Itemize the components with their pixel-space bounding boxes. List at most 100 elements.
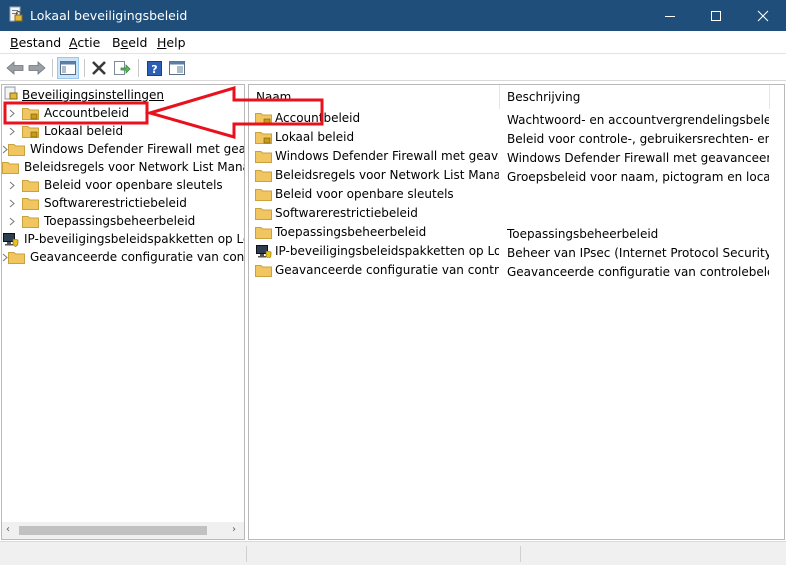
list-item-description: Geavanceerde configuratie van controlebe… [507,265,769,279]
delete-icon [92,61,106,75]
tree-item-lokaal-beleid[interactable]: Lokaal beleid [2,122,244,140]
folder-icon [255,149,272,163]
toolbar-separator [84,59,85,77]
folder-icon [2,160,19,174]
list-item-name: Softwarerestrictiebeleid [275,206,418,220]
status-bar [0,541,786,565]
show-hide-tree-button[interactable] [57,57,79,79]
list-item[interactable]: Beleid voor openbare sleutels [249,186,784,205]
menu-bestand[interactable]: Bestand [10,35,61,50]
properties-icon [169,61,185,75]
status-cell [520,546,521,562]
folder-lock-icon [22,124,39,138]
menu-beeld[interactable]: Beeld [112,35,147,50]
list-item[interactable]: IP-beveiligingsbeleidspakketten op Lokal… [249,243,784,262]
export-list-icon [114,61,131,75]
back-button[interactable] [4,57,26,79]
list-item-description: Groepsbeleid voor naam, pictogram en loc… [507,170,769,184]
forward-arrow-icon [28,61,46,75]
folder-icon [22,178,39,192]
tree-item-openbare-sleutels[interactable]: Beleid voor openbare sleutels [2,176,244,194]
svg-text:?: ? [151,63,157,76]
toolbar-separator [138,59,139,77]
monitor-shield-icon [255,244,272,258]
tree-pane[interactable]: Beveiligingsinstellingen Accountbeleid L… [1,84,245,540]
folder-icon [255,225,272,239]
list-item-name: Toepassingsbeheerbeleid [275,225,427,239]
show-hide-tree-icon [60,61,76,75]
tree-item-label: Toepassingsbeheerbeleid [44,214,196,228]
horizontal-scrollbar[interactable]: ‹ › [2,522,244,539]
properties-button[interactable] [166,57,188,79]
tree-item-label: Geavanceerde configuratie van controlebe… [30,250,245,264]
delete-button[interactable] [88,57,110,79]
tree-item-label: Windows Defender Firewall met geavanceer… [30,142,245,156]
tree-item-toepassingsbeheer[interactable]: Toepassingsbeheerbeleid [2,212,244,230]
folder-icon [255,168,272,182]
list-item-name: Geavanceerde configuratie van controleb.… [275,263,499,277]
list-item[interactable]: Accountbeleid Wachtwoord- en accountverg… [249,110,784,129]
export-list-button[interactable] [111,57,133,79]
help-button[interactable]: ? [143,57,165,79]
folder-lock-icon [255,111,272,125]
scroll-left-icon[interactable]: ‹ [6,524,10,535]
close-button[interactable] [740,0,786,31]
toolbar: ? [0,53,786,81]
tree-item-softwarerestrictie[interactable]: Softwarerestrictiebeleid [2,194,244,212]
list-pane[interactable]: Naam Beschrijving Accountbeleid Wachtwoo… [248,84,785,540]
chevron-right-icon[interactable] [2,127,22,136]
folder-icon [22,214,39,228]
list-item[interactable]: Lokaal beleid Beleid voor controle-, geb… [249,129,784,148]
column-header-naam[interactable]: Naam [256,85,291,109]
chevron-right-icon[interactable] [2,199,22,208]
list-item-name: Accountbeleid [275,111,361,125]
toolbar-separator [52,59,53,77]
security-settings-icon [4,86,18,103]
back-arrow-icon [6,61,24,75]
folder-icon [8,250,25,264]
maximize-button[interactable] [693,0,739,31]
security-policy-icon [8,6,24,24]
list-item[interactable]: Geavanceerde configuratie van controleb.… [249,262,784,281]
list-item[interactable]: Softwarerestrictiebeleid [249,205,784,224]
list-item-name: Beleid voor openbare sleutels [275,187,454,201]
menu-help[interactable]: Help [157,35,186,50]
help-icon: ? [146,60,162,76]
menu-bar: Bestand Actie Beeld Help [0,31,786,53]
folder-icon [8,142,25,156]
tree-item-network-list-manager[interactable]: Beleidsregels voor Network List Manager [2,158,244,176]
list-item-name: Lokaal beleid [275,130,355,144]
tree-item-label: Beleid voor openbare sleutels [44,178,223,192]
window-title: Lokaal beveiligingsbeleid [30,8,188,23]
folder-lock-icon [22,106,39,120]
tree-item-accountbeleid[interactable]: Accountbeleid [2,104,244,122]
chevron-right-icon[interactable] [2,109,22,118]
title-bar: Lokaal beveiligingsbeleid [0,0,786,31]
scrollbar-thumb[interactable] [19,526,207,535]
folder-icon [255,206,272,220]
list-item[interactable]: Toepassingsbeheerbeleid Toepassingsbehee… [249,224,784,243]
monitor-shield-icon [2,232,19,247]
tree-item-geavanceerde-controle[interactable]: Geavanceerde configuratie van controlebe… [2,248,245,266]
tree-item-label: IP-beveiligingsbeleidspakketten op Lokal… [24,232,244,246]
status-cell [246,546,247,562]
column-divider[interactable] [769,85,770,109]
list-item-name: Windows Defender Firewall met geavanc... [275,149,499,163]
tree-item-label: Accountbeleid [44,106,130,120]
folder-icon [22,196,39,210]
column-divider[interactable] [499,85,500,109]
tree-item-ip-beveiliging[interactable]: IP-beveiligingsbeleidspakketten op Lokal… [2,230,244,248]
tree-item-firewall[interactable]: Windows Defender Firewall met geavanceer… [2,140,245,158]
minimize-button[interactable] [647,0,693,31]
list-item[interactable]: Windows Defender Firewall met geavanc...… [249,148,784,167]
list-item[interactable]: Beleidsregels voor Network List Manager … [249,167,784,186]
forward-button[interactable] [26,57,48,79]
tree-root[interactable]: Beveiligingsinstellingen [4,86,164,103]
chevron-right-icon[interactable] [2,181,22,190]
chevron-right-icon[interactable] [2,217,22,226]
menu-actie[interactable]: Actie [69,35,100,50]
scroll-right-icon[interactable]: › [232,524,236,535]
column-header-beschrijving[interactable]: Beschrijving [507,85,580,109]
tree-item-label: Lokaal beleid [44,124,124,138]
list-item-name: IP-beveiligingsbeleidspakketten op Lokal… [275,244,499,258]
